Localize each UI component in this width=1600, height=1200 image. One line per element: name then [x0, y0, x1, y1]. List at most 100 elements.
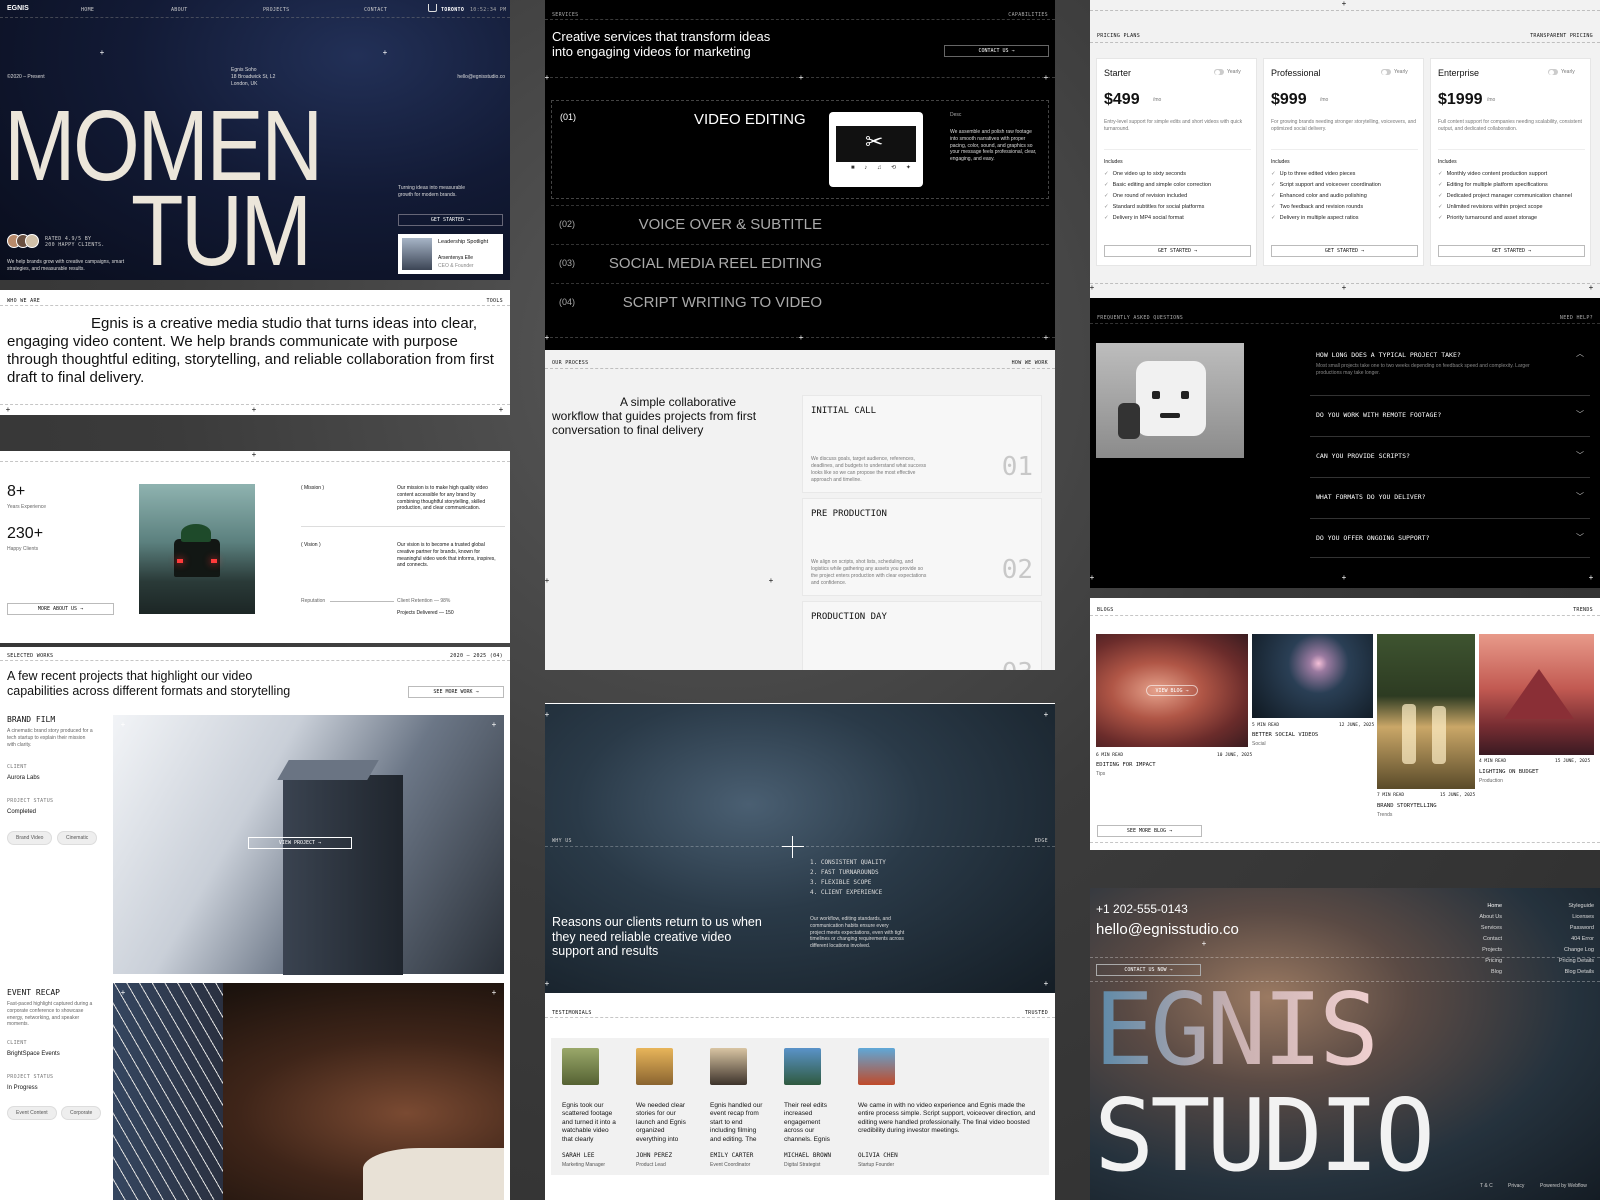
footer-nav-services[interactable]: Services: [1481, 925, 1502, 931]
crosshair-icon: [782, 836, 804, 858]
nav-home[interactable]: HOME: [81, 7, 94, 13]
check-icon: ✓: [1104, 182, 1109, 188]
process-step-2[interactable]: PRE PRODUCTION We align on scripts, shot …: [802, 498, 1042, 596]
toggle-switch[interactable]: [1548, 69, 1558, 75]
car-photo[interactable]: [139, 484, 255, 614]
process-label-right: HOW WE WORK: [1011, 360, 1048, 366]
services-section: SERVICES CAPABILITIES Creative services …: [545, 0, 1055, 350]
testimonial-1-name: SARAH LEE: [562, 1152, 595, 1159]
footer-terms[interactable]: T & C: [1480, 1183, 1493, 1190]
service-item-2[interactable]: (02) VOICE OVER & SUBTITLE: [551, 205, 1049, 243]
footer-nav-styleguide[interactable]: Styleguide: [1568, 903, 1594, 909]
testimonials-label: TESTIMONIALS: [552, 1010, 592, 1016]
toggle-switch[interactable]: [1214, 69, 1224, 75]
clock: 10:52:34 PM: [470, 7, 507, 13]
view-blog-button[interactable]: VIEW BLOG →: [1146, 685, 1198, 696]
plan-name: Professional: [1271, 68, 1321, 78]
plan-feature: ✓ Delivery in multiple aspect ratios: [1271, 215, 1359, 221]
faq-1-question: HOW LONG DOES A TYPICAL PROJECT TAKE?: [1316, 351, 1461, 359]
footer-nav-contact[interactable]: Contact: [1483, 936, 1502, 942]
work-1-status-label: PROJECT STATUS: [7, 798, 54, 804]
check-icon: ✓: [1438, 204, 1443, 210]
work-1-title[interactable]: BRAND FILM: [7, 715, 55, 724]
see-more-work-button[interactable]: SEE MORE WORK →: [408, 686, 504, 698]
work-2-desc: Fast-paced highlight captured during a c…: [7, 1001, 93, 1028]
cart-icon[interactable]: [428, 4, 437, 12]
footer-nav-blog[interactable]: Blog: [1491, 969, 1502, 975]
check-icon: ✓: [1104, 171, 1109, 177]
footer-nav-pricing[interactable]: Pricing: [1485, 958, 1502, 964]
footer-email[interactable]: hello@egnisstudio.co: [1096, 921, 1239, 938]
spotlight-card[interactable]: Leadership Spotlight Arsentenya Elle CEO…: [398, 234, 503, 274]
email-link[interactable]: hello@egnisstudio.co: [457, 74, 505, 81]
faq-item-2[interactable]: DO YOU WORK WITH REMOTE FOOTAGE? ﹀: [1310, 395, 1590, 435]
work-1-image[interactable]: + + VIEW PROJECT →: [113, 715, 504, 975]
footer-nav-projects[interactable]: Projects: [1482, 947, 1502, 953]
faq-item-3[interactable]: CAN YOU PROVIDE SCRIPTS? ﹀: [1310, 436, 1590, 476]
nav-about[interactable]: ABOUT: [171, 7, 188, 13]
plan-get-started-button[interactable]: GET STARTED →: [1271, 245, 1418, 257]
blog-3-category: Trends: [1377, 812, 1393, 818]
pricing-card-2: Professional Yearly $999/mo For growing bra…: [1263, 58, 1424, 266]
footer-nav-changelog[interactable]: Change Log: [1564, 947, 1594, 953]
logo[interactable]: EGNIS: [7, 5, 29, 12]
check-icon: ✓: [1271, 204, 1276, 210]
process-step-1-number: 01: [1001, 452, 1033, 482]
faq-item-1[interactable]: HOW LONG DOES A TYPICAL PROJECT TAKE? ︿ Mo…: [1310, 343, 1590, 403]
footer-nav-blog-details[interactable]: Blog Details: [1565, 969, 1594, 975]
testimonial-1-quote: Egnis took our scattered footage and tur…: [562, 1102, 616, 1143]
plan-name: Enterprise: [1438, 68, 1480, 78]
footer-phone[interactable]: +1 202-555-0143: [1096, 902, 1188, 916]
blog-1-category: Tips: [1096, 771, 1106, 777]
work-2-title[interactable]: EVENT RECAP: [7, 988, 60, 997]
get-started-button[interactable]: GET STARTED →: [398, 214, 503, 226]
pricing-card-3: Enterprise Yearly $1999/mo Full content sup…: [1430, 58, 1591, 266]
faq-5-question: DO YOU OFFER ONGOING SUPPORT?: [1316, 534, 1430, 542]
process-step-3[interactable]: PRODUCTION DAY 03: [802, 601, 1042, 670]
service-item-3[interactable]: (03) SOCIAL MEDIA REEL EDITING: [551, 244, 1049, 282]
plan-get-started-button[interactable]: GET STARTED →: [1438, 245, 1585, 257]
work-1-desc: A cinematic brand story produced for a t…: [7, 728, 93, 748]
footer-nav-licenses[interactable]: Licenses: [1572, 914, 1594, 920]
footer-nav-password[interactable]: Password: [1570, 925, 1594, 931]
service-item-active[interactable]: (01) VIDEO EDITING ✂ ■ ♪ ♫ ⟲ ✦ Desc We a…: [551, 100, 1049, 199]
service-desc-label: Desc: [950, 112, 962, 118]
footer-privacy[interactable]: Privacy: [1508, 1183, 1524, 1190]
check-icon: ✓: [1271, 193, 1276, 199]
service-item-4[interactable]: (04) SCRIPT WRITING TO VIDEO: [551, 283, 1049, 321]
blog-2-title: BETTER SOCIAL VIDEOS: [1252, 732, 1319, 738]
contact-us-button[interactable]: CONTACT US →: [944, 45, 1049, 57]
more-about-button[interactable]: MORE ABOUT US →: [7, 603, 114, 615]
faq-item-4[interactable]: WHAT FORMATS DO YOU DELIVER? ﹀: [1310, 477, 1590, 517]
works-section: SELECTED WORKS 2020 – 2025 (04) A few re…: [0, 647, 510, 1200]
why-label-right: EDGE: [1034, 838, 1048, 844]
footer-nav-404[interactable]: 404 Error: [1571, 936, 1594, 942]
years-label: Years Experience: [7, 504, 47, 510]
blog-4-title: LIGHTING ON BUDGET: [1479, 769, 1539, 775]
work-2-image[interactable]: + +: [113, 983, 504, 1200]
plan-feature: ✓ Two feedback and revision rounds: [1271, 204, 1364, 210]
footer-nav-pricing-details[interactable]: Pricing Details: [1559, 958, 1594, 964]
view-project-button[interactable]: VIEW PROJECT →: [248, 837, 352, 849]
work-2-tag-1: Event Content: [7, 1106, 57, 1120]
since-text: ©2020 – Present: [7, 74, 45, 80]
blog-4-category: Production: [1479, 778, 1503, 784]
service-2-title: VOICE OVER & SUBTITLE: [638, 216, 822, 233]
plan-get-started-button[interactable]: GET STARTED →: [1104, 245, 1251, 257]
chevron-down-icon: ﹀: [1576, 533, 1584, 542]
blog-2-image: [1252, 634, 1373, 718]
nav-contact[interactable]: CONTACT: [364, 7, 387, 13]
includes-label: Includes: [1104, 159, 1123, 165]
toggle-switch[interactable]: [1381, 69, 1391, 75]
footer-powered[interactable]: Powered by Webflow: [1540, 1183, 1587, 1190]
process-step-1[interactable]: INITIAL CALL We discuss goals, target aud…: [802, 395, 1042, 493]
faq-item-5[interactable]: DO YOU OFFER ONGOING SUPPORT? ﹀: [1310, 518, 1590, 558]
footer-big-egnis: EGNIS: [1094, 971, 1379, 1088]
footer-nav-home[interactable]: Home: [1487, 903, 1502, 909]
service-1-number: (01): [560, 112, 577, 122]
see-more-blog-button[interactable]: SEE MORE BLOG →: [1097, 825, 1202, 837]
plan-feature: ✓ One round of revision included: [1104, 193, 1188, 199]
nav-projects[interactable]: PROJECTS: [263, 7, 289, 13]
footer-nav-about[interactable]: About Us: [1479, 914, 1502, 920]
chevron-down-icon: ﹀: [1576, 492, 1584, 501]
